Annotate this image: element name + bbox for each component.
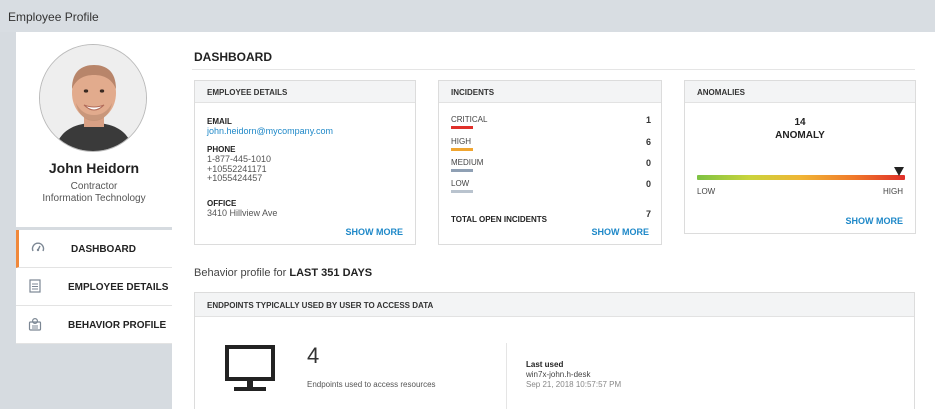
incidents-card: INCIDENTS CRITICAL 1 HIGH 6 MEDIUM 0 LOW… xyxy=(438,80,662,245)
employee-role: Contractor xyxy=(70,181,118,192)
endpoint-description: Endpoints used to access resources xyxy=(307,380,436,389)
total-incidents-label: TOTAL OPEN INCIDENTS xyxy=(451,215,548,224)
incident-name: LOW xyxy=(451,179,470,188)
incidents-total-row: TOTAL OPEN INCIDENTS 7 xyxy=(451,209,651,227)
behavior-prefix: Behavior profile for xyxy=(194,267,287,279)
anomaly-label: ANOMALY xyxy=(775,130,825,141)
employee-department: Information Technology xyxy=(42,193,146,204)
incidents-show-more-link[interactable]: SHOW MORE xyxy=(592,227,650,237)
incident-name: MEDIUM xyxy=(451,158,484,167)
anomaly-count: 14 xyxy=(794,117,806,128)
sidebar: John Heidorn Contractor Information Tech… xyxy=(16,32,172,409)
incident-name: HIGH xyxy=(451,137,471,146)
incident-color-bar xyxy=(451,169,473,172)
nav-item-dashboard[interactable]: DASHBOARD xyxy=(16,230,172,268)
nav-item-employee-details[interactable]: EMPLOYEE DETAILS xyxy=(16,268,172,306)
main-content: DASHBOARD EMPLOYEE DETAILS EMAIL john.he… xyxy=(172,32,935,409)
nav-label-behavior-profile: BEHAVIOR PROFILE xyxy=(68,320,167,331)
avatar xyxy=(39,44,147,152)
incident-count: 0 xyxy=(645,179,651,189)
sidebar-nav: DASHBOARD EMPLOYEE DETAILS BEHAVIOR PROF… xyxy=(16,230,172,344)
document-icon xyxy=(29,279,41,293)
profile-icon xyxy=(28,317,42,331)
avatar-photo-icon xyxy=(40,45,146,151)
gauge-high-label: HIGH xyxy=(883,187,903,196)
last-used-host: win7x-john.h-desk xyxy=(526,370,591,379)
incident-color-bar xyxy=(451,190,473,193)
gauge-low-label: LOW xyxy=(697,187,716,196)
email-link[interactable]: john.heidorn@mycompany.com xyxy=(207,126,333,136)
endpoints-header: ENDPOINTS TYPICALLY USED BY USER TO ACCE… xyxy=(195,293,914,317)
endpoints-card: ENDPOINTS TYPICALLY USED BY USER TO ACCE… xyxy=(194,292,915,409)
anomalies-header: ANOMALIES xyxy=(685,81,915,103)
office-value: 3410 Hillview Ave xyxy=(207,208,278,218)
nav-label-dashboard: DASHBOARD xyxy=(71,244,136,255)
profile-card: John Heidorn Contractor Information Tech… xyxy=(16,32,172,227)
incidents-header: INCIDENTS xyxy=(439,81,661,103)
nav-item-behavior-profile[interactable]: BEHAVIOR PROFILE xyxy=(16,306,172,344)
total-incidents-count: 7 xyxy=(645,209,651,219)
endpoints-divider xyxy=(506,343,507,409)
email-label: EMAIL xyxy=(207,117,232,126)
gauge-icon xyxy=(31,242,45,252)
last-used-time: Sep 21, 2018 10:57:57 PM xyxy=(526,380,622,389)
employee-details-card: EMPLOYEE DETAILS EMAIL john.heidorn@myco… xyxy=(194,80,416,245)
phone-3: +1055424457 xyxy=(207,173,263,183)
incident-color-bar xyxy=(451,148,473,151)
incident-count: 0 xyxy=(645,158,651,168)
anomaly-gauge-bar xyxy=(697,175,905,180)
phone-label: PHONE xyxy=(207,145,236,154)
nav-label-employee-details: EMPLOYEE DETAILS xyxy=(68,282,169,293)
gauge-marker-icon xyxy=(893,167,904,176)
behavior-period: LAST 351 DAYS xyxy=(289,267,373,279)
incident-count: 1 xyxy=(645,115,651,125)
window-title: Employee Profile xyxy=(0,0,935,32)
anomalies-show-more-link[interactable]: SHOW MORE xyxy=(846,216,904,226)
last-used-label: Last used xyxy=(526,360,564,369)
title-divider xyxy=(192,69,915,70)
employee-details-header: EMPLOYEE DETAILS xyxy=(195,81,415,103)
employee-name: John Heidorn xyxy=(48,160,140,176)
incident-name: CRITICAL xyxy=(451,115,488,124)
phone-1: 1-877-445-1010 xyxy=(207,154,272,164)
office-label: OFFICE xyxy=(207,199,237,208)
endpoint-count: 4 xyxy=(307,343,320,368)
monitor-icon xyxy=(225,345,275,391)
behavior-profile-heading: Behavior profile for LAST 351 DAYS xyxy=(194,267,372,279)
anomalies-card: ANOMALIES 14 ANOMALY LOW HIGH SHOW MORE xyxy=(684,80,916,234)
incident-count: 6 xyxy=(645,137,651,147)
incident-color-bar xyxy=(451,126,473,129)
page-title: DASHBOARD xyxy=(194,50,272,64)
employee-details-show-more-link[interactable]: SHOW MORE xyxy=(346,227,404,237)
